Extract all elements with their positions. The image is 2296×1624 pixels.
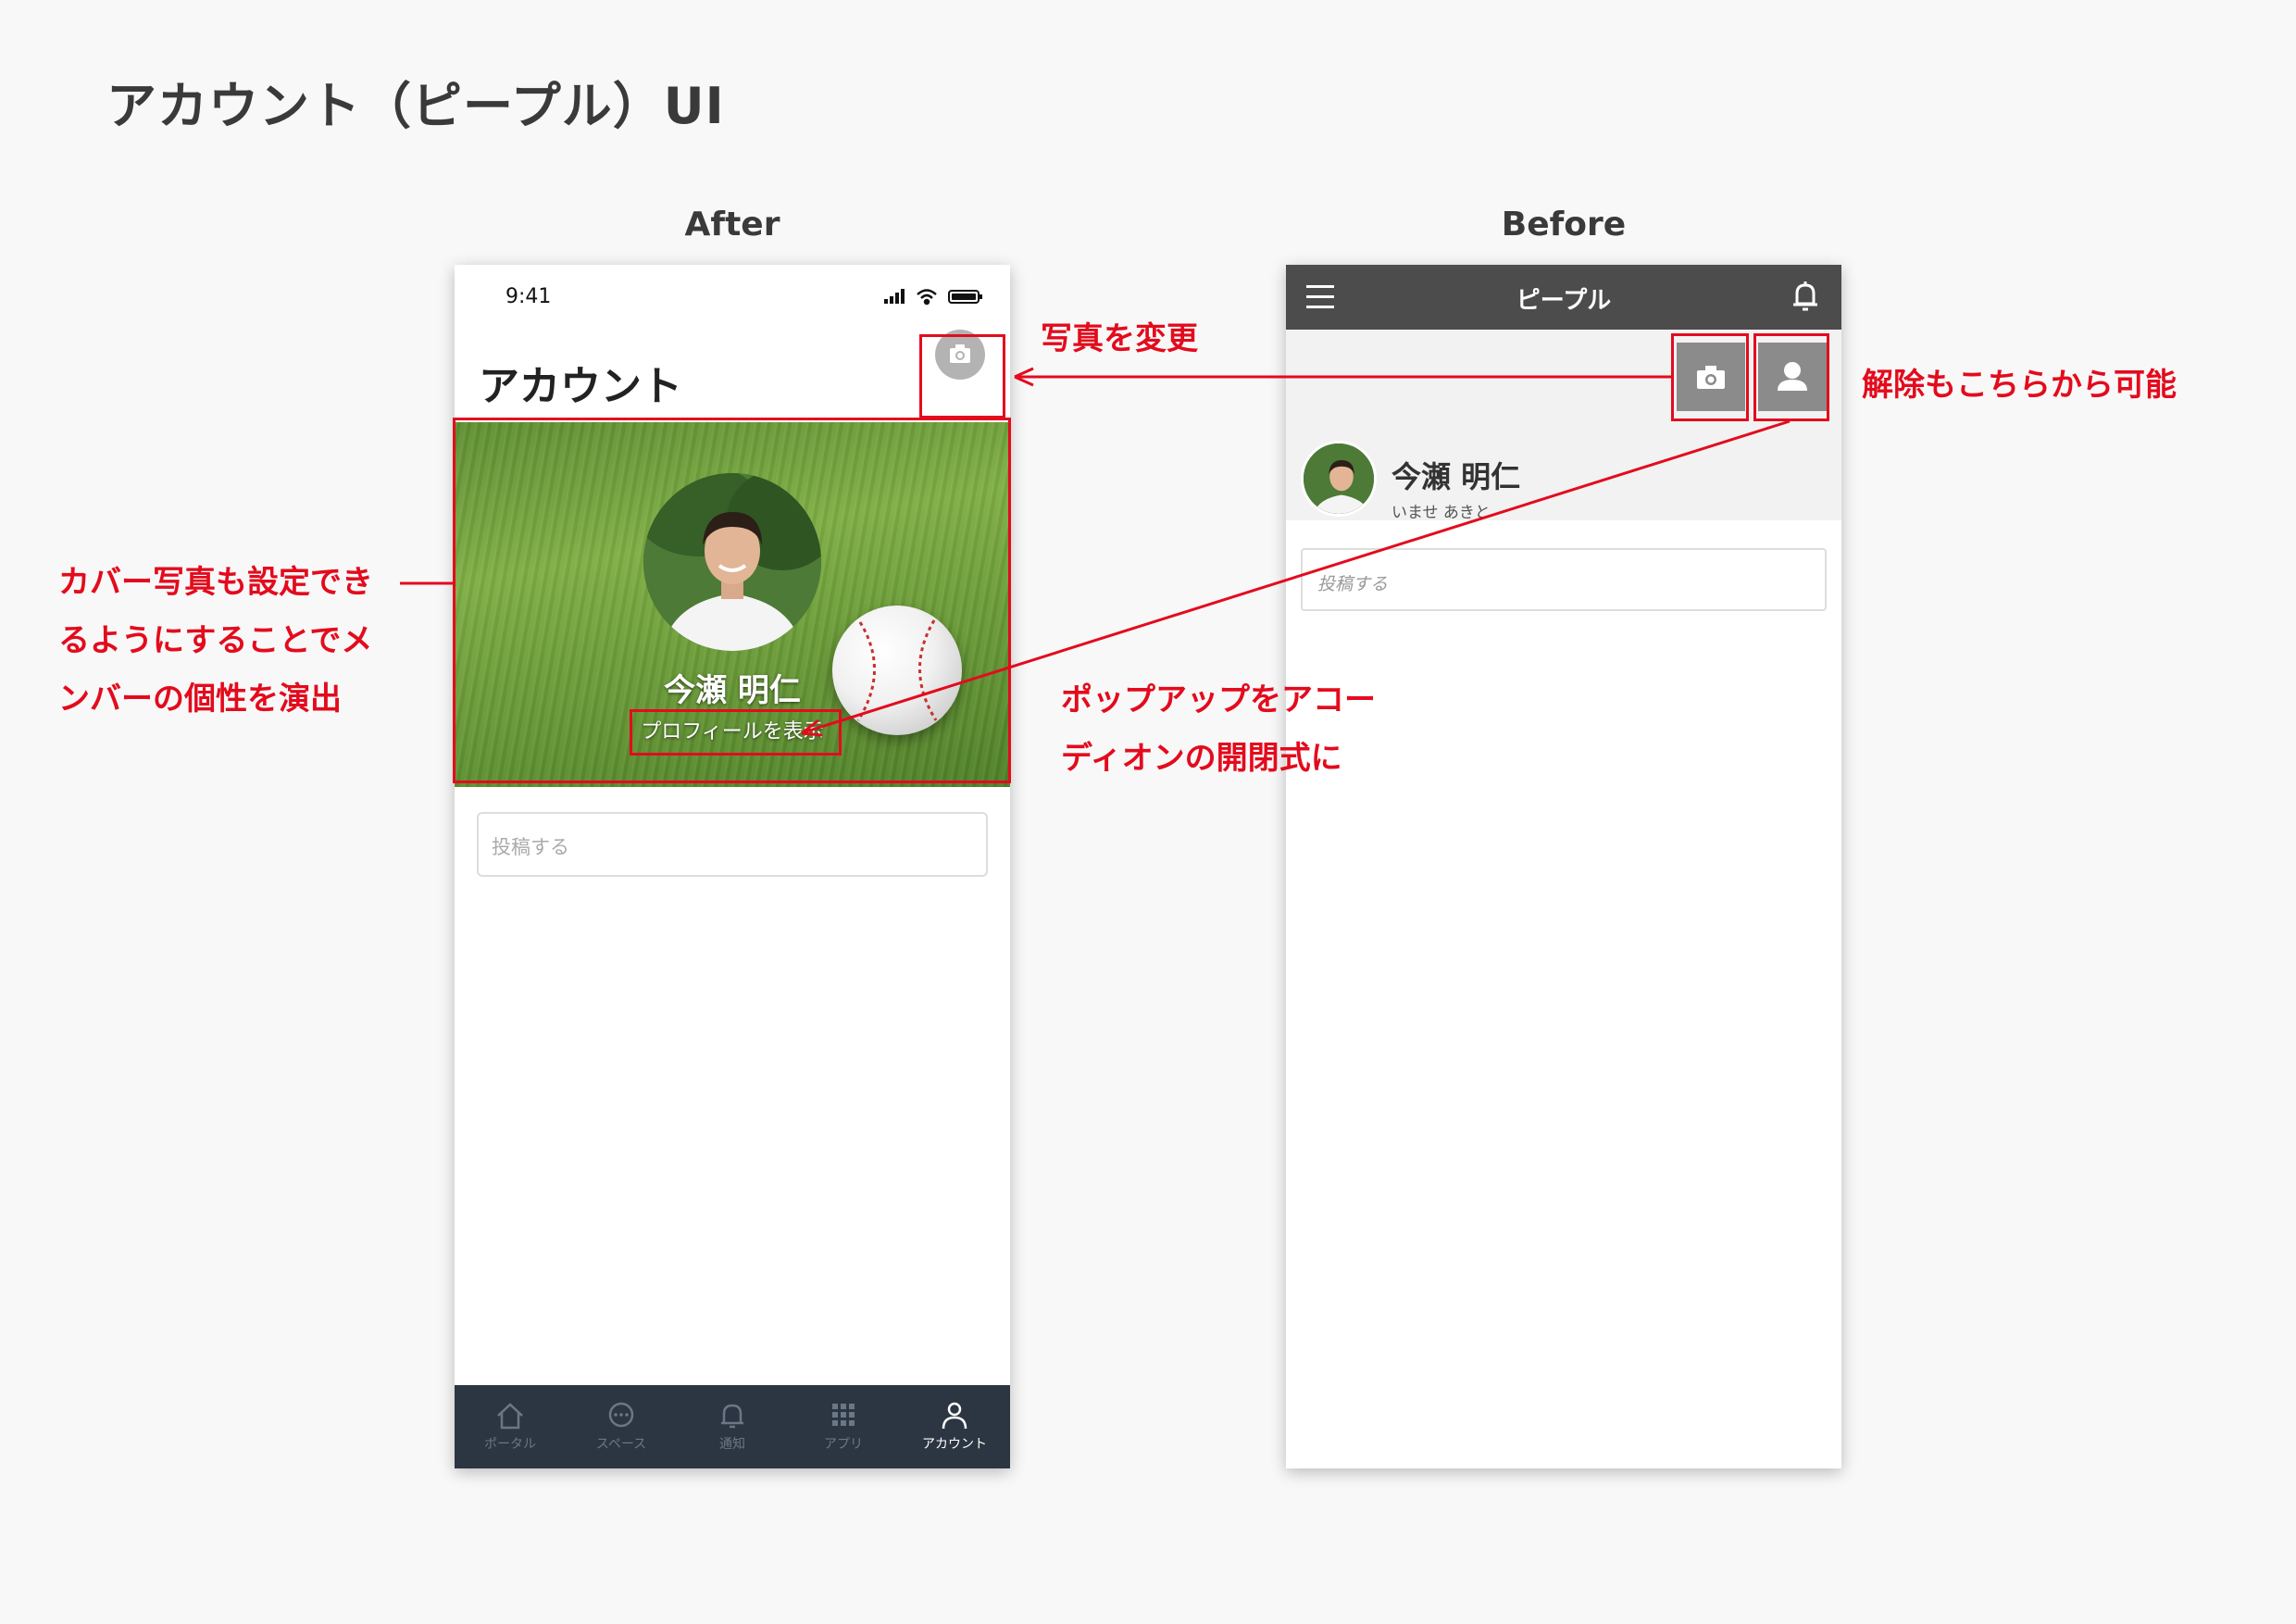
annotation-cover-text: カバー写真も設定でき るようにすることでメ ンバーの個性を演出 bbox=[58, 564, 373, 718]
annotation-popup-text: ポップアップをアコー ディオンの開閉式に bbox=[1061, 681, 1376, 777]
annotation-arrows bbox=[400, 367, 1791, 737]
annotation-change-photo: 写真を変更 bbox=[1041, 320, 1198, 357]
annotation-unset: 解除もこちらから可能 bbox=[1862, 367, 2177, 404]
